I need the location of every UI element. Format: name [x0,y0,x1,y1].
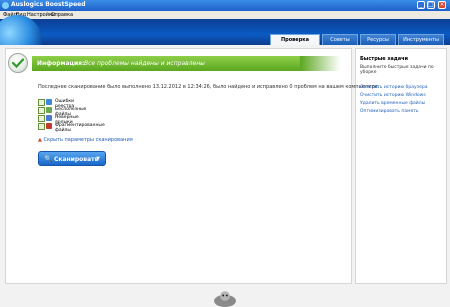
clear-browser-history-link[interactable]: Очистить историю браузера [360,85,427,90]
title-bar: Auslogics BoostSpeed _ □ × [0,0,450,11]
hide-scan-options-link[interactable]: ▲ Скрыть параметры сканирования [38,137,133,143]
registry-icon [46,99,52,105]
info-bar: Информация: Все проблемы найдены и испра… [32,56,300,71]
tab-system-check[interactable]: Проверка системы [270,34,320,54]
checkbox[interactable] [38,99,45,106]
menu-bar: Файл Вид Настройки Справка [0,11,450,19]
maximize-button[interactable]: □ [427,1,435,9]
info-message: Все проблемы найдены и исправлены [84,60,205,67]
minimize-button[interactable]: _ [417,1,425,9]
menu-help[interactable]: Справка [51,12,73,18]
close-button[interactable]: × [438,1,446,9]
sidebar-title: Быстрые задачи [360,56,409,62]
sidebar-subtitle: Выполните быстрые задачи по уборке [360,65,434,75]
checkbox[interactable] [38,107,45,114]
scan-status-text: Последнее сканирование было выполнено 13… [38,84,380,90]
tab-tips[interactable]: Советы [322,34,358,45]
checkmark-icon [8,53,28,73]
checkbox[interactable] [38,115,45,122]
app-icon [2,2,9,9]
arrow-up-icon: ▲ [38,137,42,143]
fragment-icon [46,123,52,129]
clear-windows-history-link[interactable]: Очистить историю Windows [360,93,426,98]
window-title: Auslogics BoostSpeed [11,1,86,8]
info-label: Информация: [37,60,85,67]
info-bar-fade [300,56,340,71]
delete-temp-files-link[interactable]: Удалить временные файлы [360,101,425,106]
shortcut-icon [46,115,52,121]
checkbox[interactable] [38,123,45,130]
files-icon [46,107,52,113]
chevron-down-icon[interactable]: ▼ [96,156,100,162]
magnifier-icon: 🔍 [44,155,53,163]
optimize-memory-link[interactable]: Оптимизировать память [360,109,418,114]
tab-resources[interactable]: Ресурсы [360,34,396,45]
tab-tools[interactable]: Инструменты [398,34,444,45]
scan-button[interactable]: 🔍 Сканировать ▼ [38,151,106,166]
mascot-logo-icon [0,290,450,307]
